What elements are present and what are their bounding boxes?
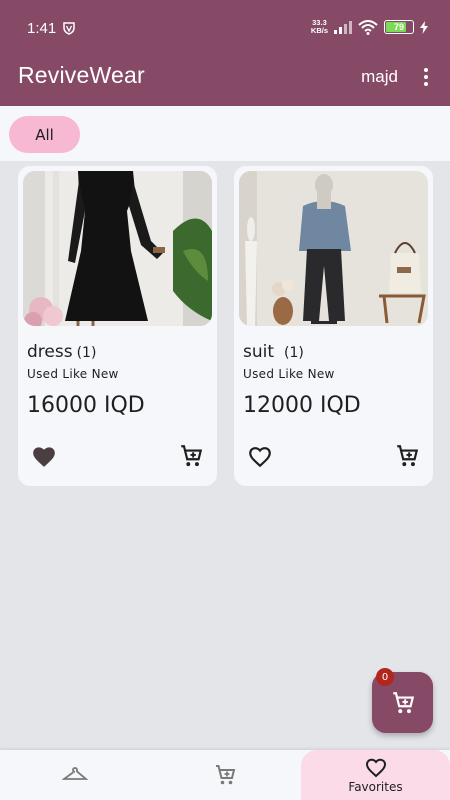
vpn-icon [63,22,75,35]
suit-photo [239,171,428,326]
add-to-cart-icon[interactable] [178,443,204,469]
product-name: suit [243,342,275,362]
product-image[interactable] [239,171,428,326]
cart-count-badge: 0 [376,668,394,686]
product-card-dress[interactable]: dress (1) Used Like New 16000 IQD [18,166,217,486]
hanger-icon [62,767,88,780]
product-card-suit[interactable]: suit (1) Used Like New 12000 IQD [234,166,433,486]
product-name: dress [27,342,73,362]
battery-indicator: 79 [384,20,414,34]
nav-item-favorites[interactable]: Favorites [301,750,450,800]
product-quantity: (1) [76,345,97,361]
more-vert-icon[interactable] [418,66,434,88]
product-price: 16000 IQD [27,393,145,418]
product-title: suit (1) [243,342,304,362]
app-bar: ReviveWear majd [0,58,450,106]
cart-icon [216,765,236,785]
cell-signal-icon [334,20,352,34]
heart-outline-icon[interactable] [247,444,273,468]
battery-level: 79 [393,22,404,32]
bottom-navigation: Favorites [0,750,450,800]
product-condition: Used Like New [243,367,335,381]
user-name[interactable]: majd [361,67,398,87]
heart-filled-icon[interactable] [31,444,57,468]
nav-item-cart[interactable] [175,750,275,800]
product-quantity: (1) [284,345,304,361]
heart-outline-icon [365,758,386,778]
wifi-icon [358,19,378,35]
nav-label-favorites: Favorites [348,780,403,794]
network-speed-unit: KB/s [310,26,328,35]
dress-photo [23,171,212,326]
product-image[interactable] [23,171,212,326]
filter-bar: All [0,106,450,161]
product-condition: Used Like New [27,367,119,381]
product-title: dress (1) [27,342,96,362]
app-title: ReviveWear [18,62,145,88]
charging-icon [420,20,428,34]
status-time: 1:41 [27,20,57,37]
nav-item-products[interactable] [25,750,125,800]
network-speed: 33.3 KB/s [311,19,328,35]
add-to-cart-icon[interactable] [394,443,420,469]
status-bar: 1:41 33.3 KB/s 79 [0,0,450,58]
product-price: 12000 IQD [243,393,361,418]
cart-icon [392,691,414,713]
filter-chip-all[interactable]: All [9,116,80,153]
